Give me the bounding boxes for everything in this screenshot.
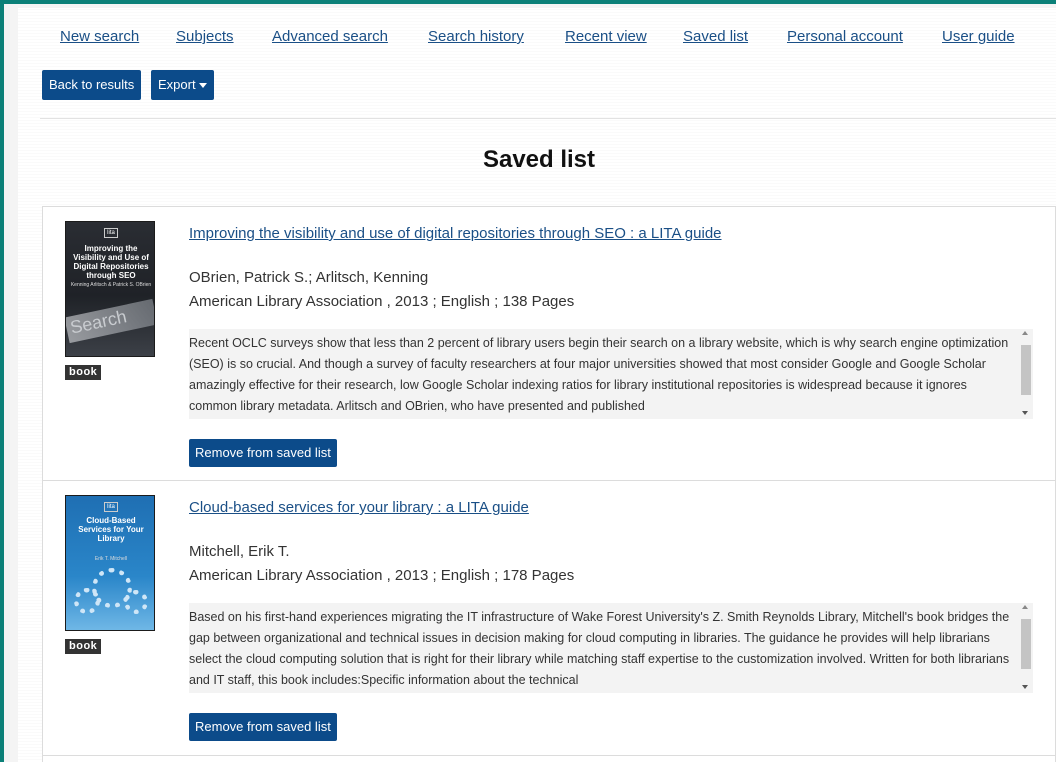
scroll-down-icon[interactable] [1022, 411, 1028, 415]
nav-recent-view[interactable]: Recent view [565, 28, 647, 45]
cover-author: Erik T. Mitchell [94, 556, 128, 562]
saved-list: lita Improving the Visibility and Use of… [42, 206, 1056, 762]
export-dropdown-button[interactable]: Export [151, 70, 214, 100]
nav-user-guide[interactable]: User guide [942, 28, 1015, 45]
abstract-text: Recent OCLC surveys show that less than … [189, 336, 1009, 413]
lita-logo: lita [104, 228, 118, 238]
record-authors: Mitchell, Erik T. [189, 543, 290, 560]
record-publication: American Library Association , 2013 ; En… [189, 293, 575, 310]
back-to-results-button[interactable]: Back to results [42, 70, 142, 100]
gear-icon [74, 588, 100, 614]
cover-author: Kenning Arlitsch & Patrick S. OBrien [70, 282, 152, 288]
caret-down-icon [198, 83, 207, 89]
saved-record: lita Cloud-Based Services for Your Libra… [43, 481, 1056, 756]
nav-personal-account[interactable]: Personal account [787, 28, 903, 45]
nav-subjects[interactable]: Subjects [176, 28, 234, 45]
lita-logo: lita [104, 502, 118, 512]
nav-new-search[interactable]: New search [60, 28, 139, 45]
abstract-text: Based on his first-hand experiences migr… [189, 610, 1010, 687]
record-publication: American Library Association , 2013 ; En… [189, 567, 575, 584]
record-title-link[interactable]: Cloud-based services for your library : … [189, 499, 529, 516]
book-cover[interactable]: lita Cloud-Based Services for Your Libra… [65, 495, 155, 631]
record-abstract[interactable]: Recent OCLC surveys show that less than … [189, 329, 1033, 419]
abstract-scrollbar[interactable] [1019, 605, 1031, 691]
scroll-thumb[interactable] [1021, 345, 1031, 395]
browser-frame: New search Subjects Advanced search Sear… [0, 0, 1056, 762]
nav-search-history[interactable]: Search history [428, 28, 524, 45]
record-title-link[interactable]: Improving the visibility and use of digi… [189, 225, 722, 242]
page-content: New search Subjects Advanced search Sear… [18, 8, 1056, 762]
remove-from-saved-list-button[interactable]: Remove from saved list [189, 713, 337, 741]
top-nav: New search Subjects Advanced search Sear… [18, 8, 1056, 52]
type-badge: book [65, 365, 102, 380]
record-abstract[interactable]: Based on his first-hand experiences migr… [189, 603, 1033, 693]
record-authors: OBrien, Patrick S.; Arlitsch, Kenning [189, 269, 429, 286]
export-label: Export [158, 77, 196, 92]
scroll-up-icon[interactable] [1022, 605, 1028, 609]
type-badge: book [65, 639, 102, 654]
gear-icon [124, 590, 148, 614]
cover-title: Improving the Visibility and Use of Digi… [73, 244, 149, 280]
scroll-thumb[interactable] [1021, 619, 1031, 669]
scroll-down-icon[interactable] [1022, 685, 1028, 689]
saved-record: lita Improving the Visibility and Use of… [43, 207, 1056, 481]
cover-title: Cloud-Based Services for Your Library [78, 516, 144, 543]
divider [40, 118, 1056, 119]
nav-saved-list[interactable]: Saved list [683, 28, 748, 45]
remove-from-saved-list-button[interactable]: Remove from saved list [189, 439, 337, 467]
abstract-scrollbar[interactable] [1019, 331, 1031, 417]
book-cover[interactable]: lita Improving the Visibility and Use of… [65, 221, 155, 357]
nav-advanced-search[interactable]: Advanced search [272, 28, 388, 45]
page-title: Saved list [482, 146, 596, 173]
scroll-up-icon[interactable] [1022, 331, 1028, 335]
